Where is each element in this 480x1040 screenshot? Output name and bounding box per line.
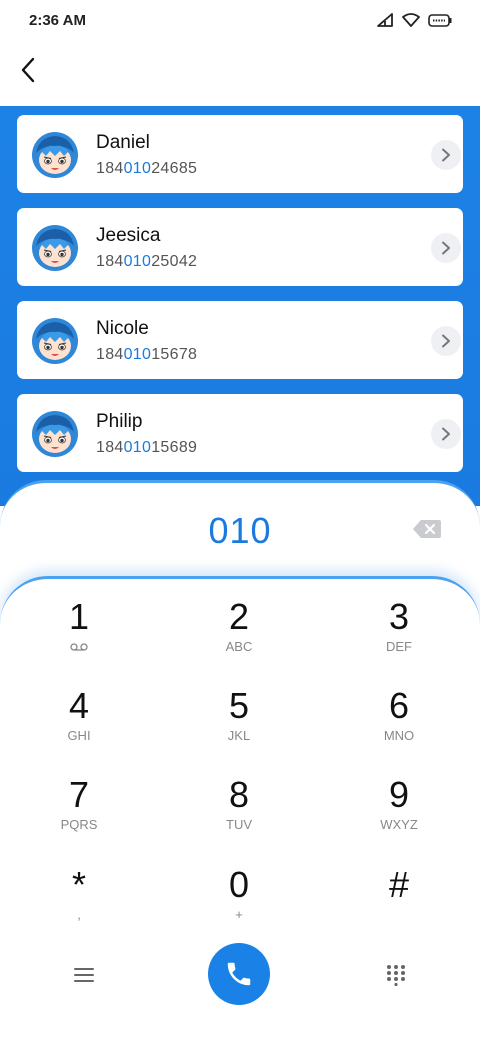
key-letters: DEF xyxy=(386,639,412,654)
contact-card[interactable]: Nicole 18401015678 xyxy=(17,301,463,379)
contact-number: 18401015678 xyxy=(96,346,197,364)
key-9[interactable]: 9 WXYZ xyxy=(339,775,459,855)
key-digit: 4 xyxy=(68,685,90,726)
status-icons xyxy=(376,13,452,27)
contact-details-button[interactable] xyxy=(431,419,461,449)
key-1[interactable]: 1 xyxy=(19,597,139,677)
menu-button[interactable] xyxy=(64,958,104,992)
contact-name: Nicole xyxy=(96,318,149,339)
number-match: 010 xyxy=(123,160,152,177)
key-7[interactable]: 7 PQRS xyxy=(19,775,139,855)
voicemail-icon xyxy=(70,643,88,651)
key-letters: + xyxy=(235,907,243,922)
contact-details-button[interactable] xyxy=(431,326,461,356)
dialpad-toggle-button[interactable] xyxy=(376,955,416,995)
key-star[interactable]: *, xyxy=(19,865,139,945)
key-hash[interactable]: # xyxy=(339,865,459,945)
header xyxy=(0,44,480,106)
key-digit: 5 xyxy=(228,685,250,726)
number-prefix: 184 xyxy=(96,346,124,363)
key-digit: 0 xyxy=(228,864,250,905)
number-match: 010 xyxy=(123,346,152,363)
chevron-right-icon xyxy=(442,427,450,441)
avatar xyxy=(31,317,79,365)
key-letters: MNO xyxy=(383,728,415,743)
number-suffix: 25042 xyxy=(151,253,198,270)
key-4[interactable]: 4 GHI xyxy=(19,686,139,766)
contact-number: 18401025042 xyxy=(96,253,197,271)
key-8[interactable]: 8 TUV xyxy=(179,775,299,855)
key-letters: JKL xyxy=(227,728,251,743)
menu-icon xyxy=(74,968,94,982)
back-button[interactable] xyxy=(10,52,46,88)
key-letters: GHI xyxy=(67,728,91,743)
key-digit: 2 xyxy=(228,596,250,637)
contact-name: Daniel xyxy=(96,132,150,153)
phone-icon xyxy=(227,962,251,986)
contact-name: Philip xyxy=(96,411,143,432)
key-digit: 6 xyxy=(388,685,410,726)
number-prefix: 184 xyxy=(96,439,124,456)
contact-details-button[interactable] xyxy=(431,233,461,263)
backspace-icon xyxy=(413,520,441,538)
avatar xyxy=(31,224,79,272)
key-3[interactable]: 3 DEF xyxy=(339,597,459,677)
status-time: 2:36 AM xyxy=(29,12,86,29)
key-letters: PQRS xyxy=(60,817,98,832)
number-suffix: 24685 xyxy=(151,160,198,177)
key-digit: 8 xyxy=(228,774,250,815)
contact-card[interactable]: Daniel 18401024685 xyxy=(17,115,463,193)
avatar xyxy=(31,410,79,458)
chevron-right-icon xyxy=(442,334,450,348)
key-2[interactable]: 2 ABC xyxy=(179,597,299,677)
dialpad-icon xyxy=(387,965,405,986)
contact-results: Daniel 18401024685 Jeesica 18401025042 N… xyxy=(0,106,480,506)
number-suffix: 15678 xyxy=(151,346,198,363)
dialed-number: 010 xyxy=(208,510,272,551)
number-suffix: 15689 xyxy=(151,439,198,456)
chevron-right-icon xyxy=(442,148,450,162)
battery-icon xyxy=(428,13,452,27)
number-match: 010 xyxy=(123,439,152,456)
avatar-image xyxy=(32,132,78,178)
avatar-image xyxy=(32,318,78,364)
key-letters xyxy=(19,639,139,655)
number-prefix: 184 xyxy=(96,160,124,177)
key-digit: 7 xyxy=(68,774,90,815)
avatar xyxy=(31,131,79,179)
signal-icon xyxy=(377,13,393,27)
number-match: 010 xyxy=(123,253,152,270)
contact-number: 18401024685 xyxy=(96,160,197,178)
avatar-image xyxy=(32,225,78,271)
key-letters: ABC xyxy=(225,639,253,654)
wifi-icon xyxy=(402,13,420,27)
key-digit: * xyxy=(71,864,86,905)
contact-number: 18401015689 xyxy=(96,439,197,457)
contact-name: Jeesica xyxy=(96,225,161,246)
key-letters: TUV xyxy=(226,817,252,832)
key-letters: , xyxy=(77,907,81,922)
contact-card[interactable]: Philip 18401015689 xyxy=(17,394,463,472)
key-digit: 3 xyxy=(388,596,410,637)
delete-button[interactable] xyxy=(412,518,442,540)
status-bar: 2:36 AM xyxy=(0,0,480,44)
key-letters xyxy=(339,907,459,923)
contact-card[interactable]: Jeesica 18401025042 xyxy=(17,208,463,286)
number-prefix: 184 xyxy=(96,253,124,270)
key-5[interactable]: 5 JKL xyxy=(179,686,299,766)
back-arrow-icon xyxy=(21,57,35,83)
key-0[interactable]: 0 + xyxy=(179,865,299,945)
key-letters: WXYZ xyxy=(380,817,418,832)
key-digit: # xyxy=(388,864,410,905)
contact-details-button[interactable] xyxy=(431,140,461,170)
chevron-right-icon xyxy=(442,241,450,255)
avatar-image xyxy=(32,411,78,457)
key-digit: 9 xyxy=(388,774,410,815)
key-digit: 1 xyxy=(68,596,90,637)
call-button[interactable] xyxy=(208,943,270,1005)
key-6[interactable]: 6 MNO xyxy=(339,686,459,766)
